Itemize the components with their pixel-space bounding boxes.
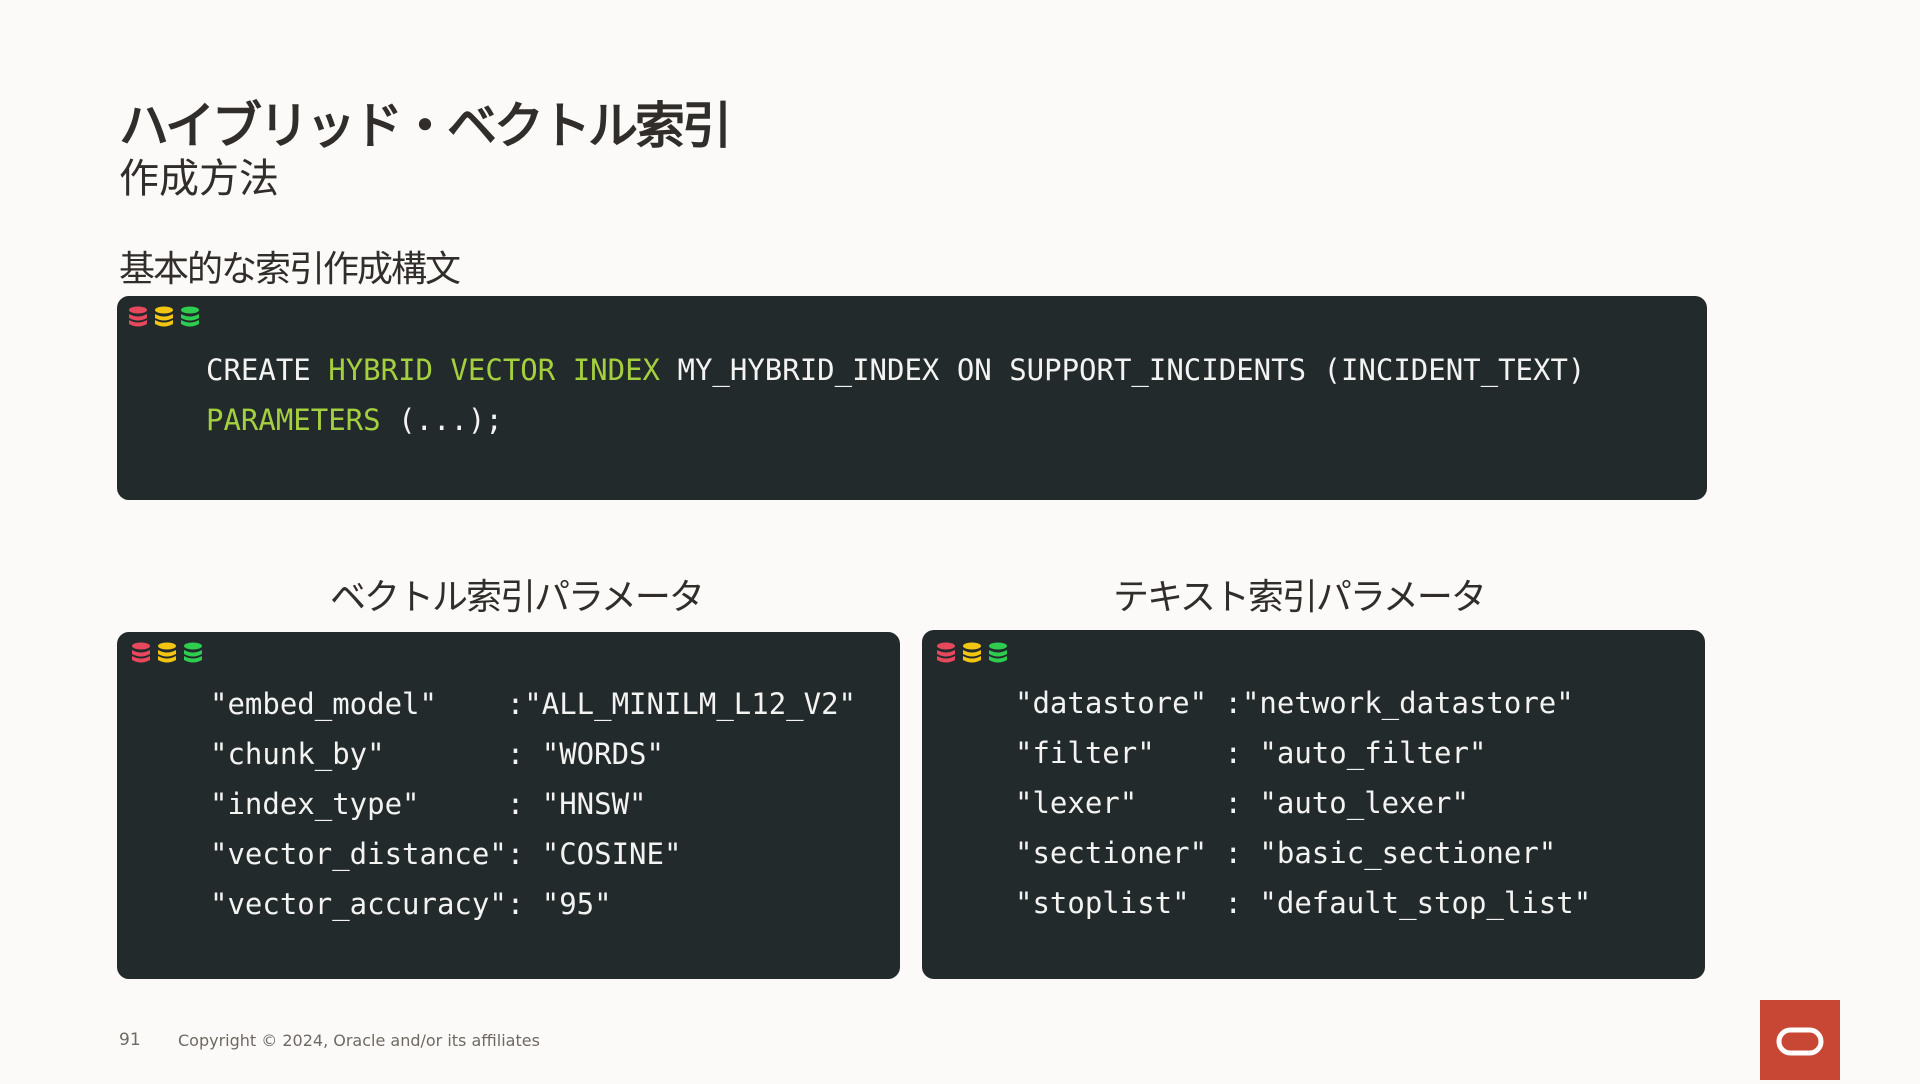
vector-param-line: "chunk_by" : "WORDS" bbox=[210, 737, 664, 771]
copyright-text: Copyright © 2024, Oracle and/or its affi… bbox=[178, 1031, 540, 1050]
text-params-heading: テキスト索引パラメータ bbox=[1113, 577, 1487, 618]
database-stack-icon bbox=[989, 642, 1007, 663]
database-stack-icon bbox=[129, 306, 147, 327]
text-param-line: "datastore" :"network_datastore" bbox=[1015, 686, 1574, 720]
code-keyword: PARAMETERS bbox=[206, 403, 381, 437]
database-stack-icon bbox=[132, 642, 150, 663]
code-keyword: INDEX bbox=[572, 353, 661, 387]
database-stack-icon bbox=[937, 642, 955, 663]
vector-param-line: "vector_distance": "COSINE" bbox=[210, 837, 682, 871]
vector-param-line: "index_type" : "HNSW" bbox=[210, 787, 647, 821]
oracle-logo-icon bbox=[1760, 1000, 1840, 1080]
text-params-panel: "datastore" :"network_datastore" "filter… bbox=[922, 630, 1705, 979]
page-number: 91 bbox=[119, 1030, 141, 1050]
database-stack-icon bbox=[184, 642, 202, 663]
code-keyword: VECTOR bbox=[450, 353, 556, 387]
text-param-line: "filter" : "auto_filter" bbox=[1015, 736, 1487, 770]
slide-title: ハイブリッド・ベクトル索引 bbox=[119, 97, 732, 155]
syntax-heading: 基本的な索引作成構文 bbox=[119, 249, 461, 290]
text-param-line: "lexer" : "auto_lexer" bbox=[1015, 786, 1469, 820]
oracle-o-mark bbox=[1776, 1027, 1824, 1056]
text-param-line: "sectioner" : "basic_sectioner" bbox=[1015, 836, 1557, 870]
database-stack-icon bbox=[181, 306, 199, 327]
syntax-line-1: CREATE HYBRID VECTOR INDEX MY_HYBRID_IND… bbox=[206, 352, 1585, 388]
code-token: CREATE bbox=[206, 353, 311, 387]
vector-params-heading: ベクトル索引パラメータ bbox=[330, 577, 705, 618]
window-dots bbox=[131, 642, 203, 664]
text-param-line: "stoplist" : "default_stop_list" bbox=[1015, 886, 1592, 920]
vector-param-line: "vector_accuracy": "95" bbox=[210, 887, 612, 921]
database-stack-icon bbox=[158, 642, 176, 663]
vector-param-line: "embed_model" :"ALL_MINILM_L12_V2" bbox=[210, 687, 857, 721]
slide-subtitle: 作成方法 bbox=[119, 156, 279, 202]
database-stack-icon bbox=[155, 306, 173, 327]
window-dots bbox=[936, 642, 1008, 664]
vector-params-panel: "embed_model" :"ALL_MINILM_L12_V2" "chun… bbox=[117, 632, 900, 979]
code-token: (...); bbox=[398, 403, 503, 437]
syntax-line-2: PARAMETERS (...); bbox=[206, 402, 503, 438]
code-keyword: HYBRID bbox=[328, 353, 433, 387]
database-stack-icon bbox=[963, 642, 981, 663]
syntax-code-panel: CREATE HYBRID VECTOR INDEX MY_HYBRID_IND… bbox=[117, 296, 1707, 500]
code-token: MY_HYBRID_INDEX ON SUPPORT_INCIDENTS (IN… bbox=[677, 353, 1586, 387]
window-dots bbox=[128, 306, 200, 328]
